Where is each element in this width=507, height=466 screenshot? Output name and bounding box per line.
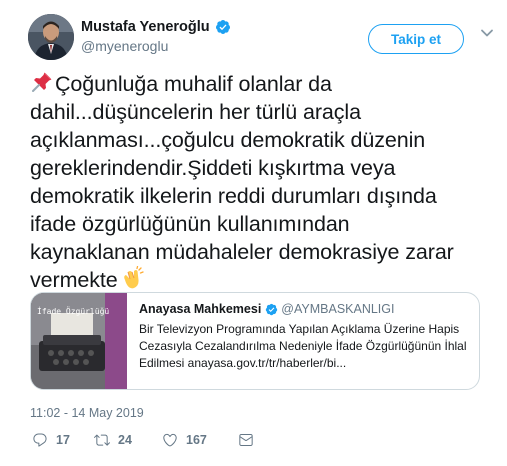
pushpin-icon	[30, 70, 54, 94]
reply-count: 17	[56, 433, 70, 447]
retweet-icon	[94, 434, 110, 446]
direct-message-button[interactable]	[238, 432, 262, 448]
tweet-header: Mustafa Yeneroğlu @myeneroglu Takip et	[28, 14, 498, 64]
chevron-down-icon[interactable]	[480, 26, 494, 40]
quoted-tweet-card[interactable]: İfade Özgürlüğü Anayasa Mahkemesi @AYMBA…	[30, 292, 480, 390]
tweet-actions: 17 24 167	[30, 432, 330, 452]
tweet-text-line-8: vermekte	[30, 268, 118, 292]
card-author-name: Anayasa Mahkemesi	[139, 302, 262, 316]
tweet-container: Mustafa Yeneroğlu @myeneroglu Takip et Ç…	[0, 0, 507, 466]
envelope-icon	[239, 434, 253, 447]
author-handle[interactable]: @myeneroglu	[81, 38, 168, 54]
card-text-line-1: Bir Televizyon Programında Yapılan Açıkl…	[139, 322, 460, 336]
card-text-line-3: Edilmesi anayasa.gov.tr/tr/haberler/bi..…	[139, 356, 347, 370]
card-thumbnail: İfade Özgürlüğü	[31, 293, 127, 389]
verified-badge-icon	[265, 303, 278, 316]
thumbnail-text: İfade Özgürlüğü	[37, 307, 110, 316]
tweet-timestamp[interactable]: 11:02 - 14 May 2019	[30, 406, 144, 420]
tweet-text-line-1: Çoğunluğa muhalif olanlar da	[55, 72, 332, 96]
like-button[interactable]: 167	[162, 432, 207, 448]
tweet-text-line-8-wrap: vermekte	[30, 265, 495, 294]
card-text: Bir Televizyon Programında Yapılan Açıkl…	[139, 321, 469, 372]
tweet-text-line-5: demokratik ilkelerin reddi durumları dış…	[30, 184, 437, 208]
tweet-text-line-3: açıklanması...çoğulcu demokratik düzenin	[30, 128, 426, 152]
tweet-text-line-6: ifade özgürlüğünün kullanımından	[30, 212, 350, 236]
author-name-row: Mustafa Yeneroğlu	[81, 19, 231, 35]
author-name[interactable]: Mustafa Yeneroğlu	[81, 19, 210, 35]
verified-badge-icon	[215, 19, 231, 35]
tweet-text: Çoğunluğa muhalif olanlar da dahil...düş…	[30, 70, 495, 294]
avatar[interactable]	[28, 14, 74, 60]
retweet-button[interactable]: 24	[94, 432, 132, 448]
reply-button[interactable]: 17	[32, 432, 70, 448]
tweet-text-line-7: kaynaklanan müdahaleler demokrasiye zara…	[30, 240, 454, 264]
reply-icon	[33, 433, 47, 447]
heart-icon	[163, 433, 177, 447]
clapping-hands-icon	[119, 265, 145, 292]
tweet-text-line-4: gereklerindendir.Şiddeti kışkırtma veya	[30, 156, 396, 180]
card-author-handle: @AYMBASKANLIGI	[281, 302, 395, 316]
tweet-text-line-2: dahil...düşüncelerin her türlü araçla	[30, 100, 361, 124]
card-text-line-2: Cezasıyla Cezalandırılma Nedeniyle İfade…	[139, 339, 467, 353]
retweet-count: 24	[118, 433, 132, 447]
card-body: Anayasa Mahkemesi @AYMBASKANLIGI Bir Tel…	[139, 302, 469, 372]
card-author-row: Anayasa Mahkemesi @AYMBASKANLIGI	[139, 302, 469, 316]
tweet-text-line: Çoğunluğa muhalif olanlar da	[30, 70, 495, 98]
like-count: 167	[186, 433, 207, 447]
follow-button[interactable]: Takip et	[368, 24, 464, 54]
